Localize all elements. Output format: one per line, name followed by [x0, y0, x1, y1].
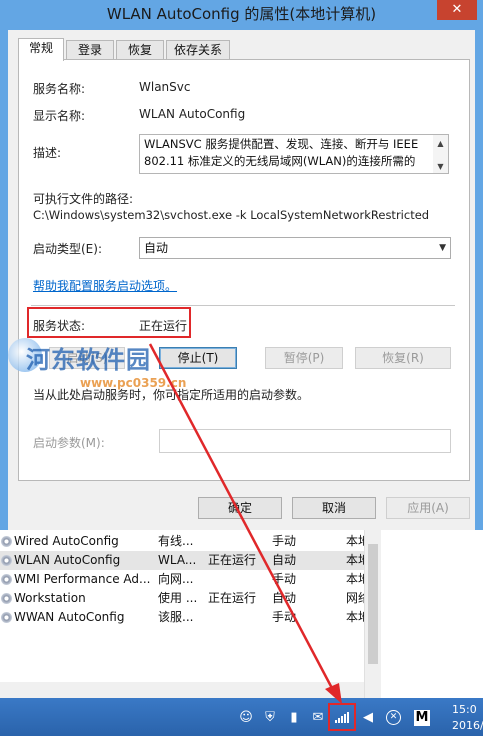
tray-highlight-box [328, 703, 356, 731]
list-vertical-scrollbar[interactable] [364, 530, 381, 698]
table-row[interactable]: WMI Performance Ad... 向网... 手动 本地 [0, 570, 380, 589]
tab-recovery[interactable]: 恢复 [116, 40, 164, 60]
service-startup: 手动 [272, 572, 297, 586]
watermark-text: 河东软件园 [26, 346, 151, 374]
exe-path-value: C:\Windows\system32\svchost.exe -k Local… [33, 208, 430, 222]
service-desc: 该服... [158, 610, 194, 624]
chevron-down-icon: ▼ [439, 243, 446, 253]
close-circle-icon[interactable]: ✕ [386, 710, 401, 725]
display-name-label: 显示名称: [33, 109, 86, 123]
scroll-up-icon[interactable]: ▲ [433, 135, 448, 152]
service-logon: 本地 [346, 572, 366, 586]
qq-icon[interactable]: ☺ [238, 710, 254, 726]
service-logon: 本地 [346, 534, 366, 548]
display-name-value: WLAN AutoConfig [139, 107, 246, 121]
description-box[interactable]: WLANSVC 服务提供配置、发现、连接、断开与 IEEE 802.11 标准定… [139, 134, 449, 174]
scroll-thumb[interactable] [368, 544, 378, 664]
clock-time: 15:0 [452, 703, 477, 716]
chat-icon[interactable]: ✉ [310, 710, 326, 726]
exe-path-label: 可执行文件的路径: [33, 192, 134, 206]
gear-icon [1, 612, 12, 623]
service-status: 正在运行 [208, 591, 257, 605]
gear-icon [1, 574, 12, 585]
apply-button[interactable]: 应用(A) [386, 497, 470, 519]
service-name-label: 服务名称: [33, 82, 86, 96]
taskbar: ☺ ⛨ ▮ ✉ ◀ ✕ M 15:0 2016/ [0, 698, 483, 736]
service-logon: 本地 [346, 553, 366, 567]
usb-icon[interactable]: ▮ [286, 710, 302, 726]
service-startup: 自动 [272, 553, 297, 567]
service-status: 正在运行 [208, 553, 257, 567]
services-list: Wired AutoConfig 有线... 手动 本地 WLAN AutoCo… [0, 530, 483, 698]
list-horizontal-scrollbar[interactable] [0, 682, 364, 698]
volume-icon[interactable]: ◀ [360, 710, 376, 726]
table-row[interactable]: Workstation 使用 ... 正在运行 自动 网络 [0, 589, 380, 608]
service-logon: 网络 [346, 591, 366, 605]
service-desc: 使用 ... [158, 591, 198, 605]
description-line-2: 802.11 标准定义的无线局域网(WLAN)的连接所需的 [144, 154, 416, 168]
description-line-1: WLANSVC 服务提供配置、发现、连接、断开与 IEEE [144, 137, 419, 151]
service-name: WWAN AutoConfig [14, 610, 125, 624]
properties-dialog: WLAN AutoConfig 的属性(本地计算机) ✕ 常规 登录 恢复 依存… [0, 0, 483, 530]
clock-date: 2016/ [452, 719, 483, 732]
pause-button[interactable]: 暂停(P) [265, 347, 343, 369]
tab-general[interactable]: 常规 [18, 38, 64, 61]
resume-button[interactable]: 恢复(R) [355, 347, 451, 369]
startup-type-select[interactable]: 自动 ▼ [139, 237, 451, 259]
table-row[interactable]: WWAN AutoConfig 该服... 手动 本地 [0, 608, 380, 627]
description-label: 描述: [33, 146, 62, 160]
service-startup: 自动 [272, 591, 297, 605]
start-params-input[interactable] [159, 429, 451, 453]
stop-button[interactable]: 停止(T) [159, 347, 237, 369]
antivirus-icon[interactable]: ⛨ [262, 710, 278, 726]
service-desc: 有线... [158, 534, 194, 548]
service-name: WLAN AutoConfig [14, 553, 121, 567]
taskbar-clock[interactable]: 15:0 2016/ [452, 702, 483, 734]
startup-type-value: 自动 [144, 241, 169, 255]
gear-icon [1, 555, 12, 566]
service-startup: 手动 [272, 534, 297, 548]
service-name: Workstation [14, 591, 86, 605]
service-logon: 本地 [346, 610, 366, 624]
dialog-client: 常规 登录 恢复 依存关系 服务名称: WlanSvc 显示名称: WLAN A… [8, 30, 475, 530]
m-icon[interactable]: M [414, 710, 430, 726]
service-name-value: WlanSvc [139, 80, 191, 94]
cancel-button[interactable]: 取消 [292, 497, 376, 519]
scroll-down-icon[interactable]: ▼ [433, 158, 448, 173]
status-highlight-box [27, 307, 191, 338]
table-row[interactable]: Wired AutoConfig 有线... 手动 本地 [0, 532, 380, 551]
start-params-label: 启动参数(M): [33, 436, 105, 450]
service-desc: WLA... [158, 553, 197, 567]
tab-dependencies[interactable]: 依存关系 [166, 40, 230, 60]
startup-type-label: 启动类型(E): [33, 242, 102, 256]
ok-button[interactable]: 确定 [198, 497, 282, 519]
gear-icon [1, 593, 12, 604]
watermark-url: www.pc0359.cn [80, 376, 187, 390]
divider [31, 305, 455, 306]
table-row[interactable]: WLAN AutoConfig WLA... 正在运行 自动 本地 [0, 551, 380, 570]
service-name: Wired AutoConfig [14, 534, 119, 548]
help-configure-link[interactable]: 帮助我配置服务启动选项。 [33, 277, 177, 294]
tab-logon[interactable]: 登录 [66, 40, 114, 60]
close-button[interactable]: ✕ [437, 0, 477, 20]
description-scrollbar[interactable]: ▲ ▼ [433, 135, 448, 173]
general-panel: 服务名称: WlanSvc 显示名称: WLAN AutoConfig 描述: … [18, 59, 470, 481]
service-desc: 向网... [158, 572, 194, 586]
dialog-title: WLAN AutoConfig 的属性(本地计算机) [106, 5, 377, 23]
gear-icon [1, 536, 12, 547]
service-name: WMI Performance Ad... [14, 572, 151, 586]
service-startup: 手动 [272, 610, 297, 624]
